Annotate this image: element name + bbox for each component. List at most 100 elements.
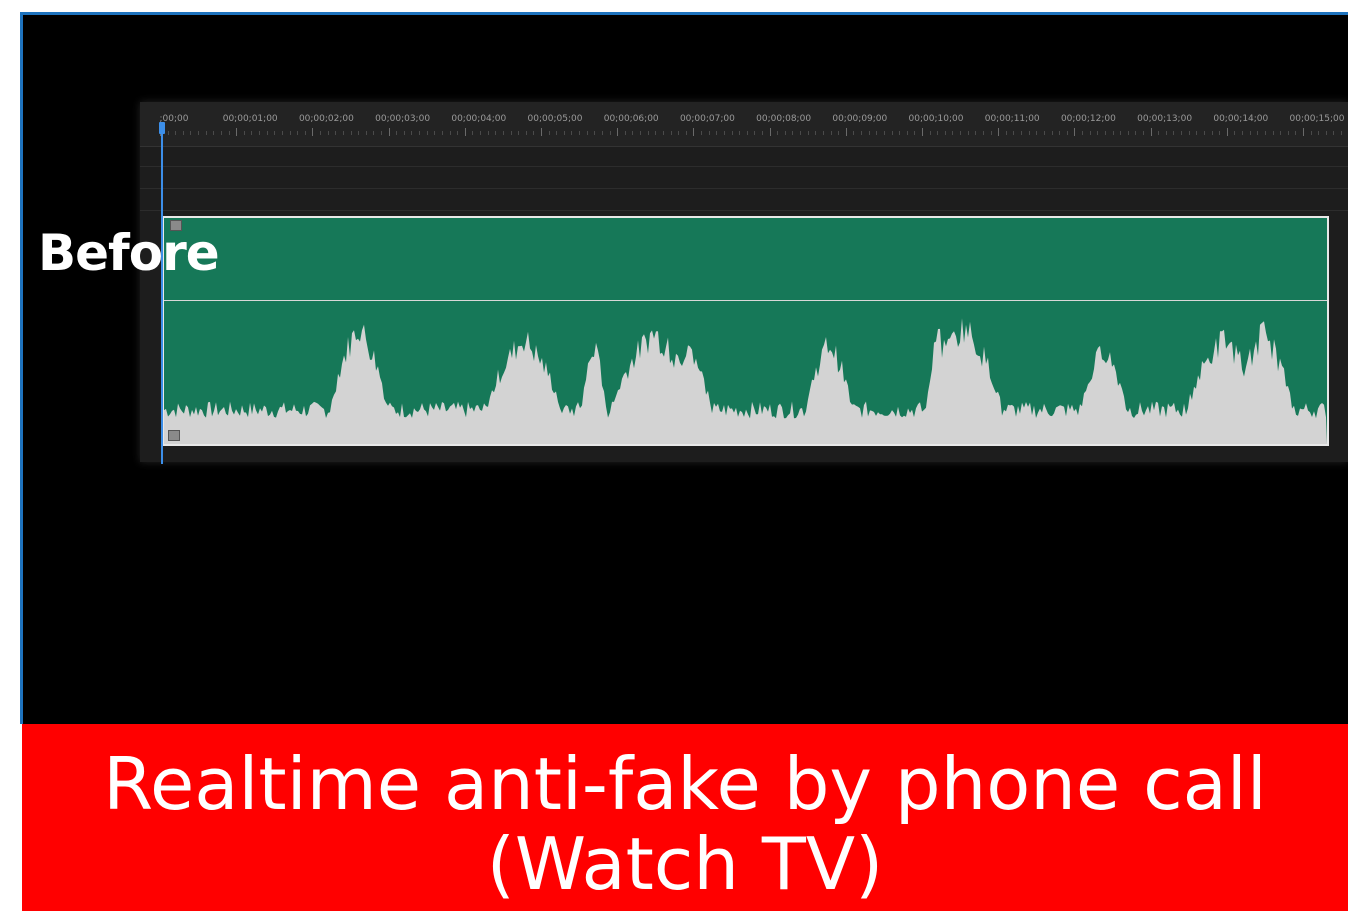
ruler-minor-tick [1104,131,1106,135]
ruler-minor-tick [472,131,474,135]
ruler-minor-tick [457,131,459,135]
ruler-minor-tick [731,131,733,135]
ruler-minor-tick [1287,131,1289,135]
ruler-minor-tick [1196,131,1198,135]
ruler-minor-tick [266,131,268,135]
ruler-minor-tick [632,131,634,135]
ruler-minor-tick [868,131,870,135]
ruler-minor-tick [708,131,710,135]
ruler-major-tick [998,128,1000,136]
playhead-handle[interactable] [159,122,165,134]
ruler-minor-tick [403,131,405,135]
clip-volume-line[interactable] [164,300,1327,301]
ruler-minor-tick [1318,131,1320,135]
ruler-minor-tick [342,131,344,135]
empty-track-row [140,146,1348,167]
ruler-minor-tick [1036,131,1038,135]
ruler-minor-tick [380,131,382,135]
before-label: Before [38,224,220,282]
audio-waveform [164,318,1327,444]
ruler-minor-tick [678,131,680,135]
caption-line-2: (Watch TV) [486,822,884,906]
ruler-tick-label: 00;00;13;00 [1137,114,1193,124]
ruler-minor-tick [198,131,200,135]
ruler-tick-label: 00;00;11;00 [984,114,1040,124]
ruler-minor-tick [243,131,245,135]
ruler-minor-tick [426,131,428,135]
clip-link-badge [168,430,180,441]
ruler-minor-tick [1272,131,1274,135]
ruler-minor-tick [586,131,588,135]
ruler-minor-tick [967,131,969,135]
ruler-tick-label: 00;00;12;00 [1060,114,1116,124]
ruler-minor-tick [1333,131,1335,135]
ruler-major-tick [769,128,771,136]
ruler-minor-tick [449,131,451,135]
ruler-minor-tick [495,131,497,135]
ruler-minor-tick [1242,131,1244,135]
ruler-tick-label: 00;00;01;00 [222,114,278,124]
ruler-minor-tick [396,131,398,135]
screenshot-frame: ;00;00 00;00;01;00 00;00;02;00 00;00;03;00 0… [0,0,1348,911]
ruler-minor-tick [754,131,756,135]
ruler-tick-label: 00;00;15;00 [1289,114,1345,124]
ruler-minor-tick [784,131,786,135]
ruler-major-tick [922,128,923,136]
ruler-minor-tick [358,131,360,135]
ruler-minor-tick [990,131,992,135]
ruler-minor-tick [487,131,489,135]
timeline-panel: ;00;00 00;00;01;00 00;00;02;00 00;00;03;00 0… [140,102,1348,464]
ruler-major-tick [236,128,238,136]
ruler-minor-tick [167,131,169,135]
ruler-minor-tick [594,131,596,135]
playhead-line[interactable] [161,122,163,464]
ruler-minor-tick [800,131,802,135]
ruler-minor-tick [944,131,946,135]
ruler-major-tick [617,128,619,136]
ruler-minor-tick [182,131,184,135]
ruler-minor-tick [1325,131,1327,135]
ruler-minor-tick [190,131,192,135]
ruler-minor-tick [861,131,863,135]
ruler-major-tick [312,128,314,136]
ruler-minor-tick [723,131,725,135]
ruler-major-tick [388,128,390,136]
ruler-minor-tick [838,131,840,135]
ruler-minor-tick [251,131,253,135]
ruler-minor-tick [952,131,954,135]
ruler-minor-tick [1005,131,1007,135]
ruler-minor-tick [175,131,177,135]
ruler-minor-tick [563,131,565,135]
ruler-minor-tick [1097,131,1099,135]
ruler-minor-tick [1165,131,1167,135]
ruler-minor-tick [441,131,443,135]
ruler-minor-tick [327,131,329,135]
ruler-minor-tick [640,131,642,135]
ruler-tick-label: 00;00;04;00 [451,114,507,124]
ruler-minor-tick [518,131,520,135]
ruler-minor-tick [777,131,779,135]
empty-track-row [140,190,1348,211]
ruler-minor-tick [982,131,984,135]
caption-banner: Realtime anti-fake by phone call (Watch … [22,724,1348,911]
ruler-minor-tick [205,131,207,135]
ruler-tick-label: 00;00;05;00 [527,114,583,124]
ruler-minor-tick [510,131,512,135]
ruler-minor-tick [571,131,573,135]
ruler-minor-tick [1028,131,1030,135]
ruler-minor-tick [350,131,352,135]
ruler-minor-tick [274,131,276,135]
audio-clip[interactable] [162,216,1329,446]
ruler-minor-tick [1021,131,1023,135]
ruler-minor-tick [662,131,664,135]
ruler-minor-tick [228,131,230,135]
waveform-shape [164,318,1327,444]
ruler-minor-tick [853,131,855,135]
time-ruler[interactable]: ;00;00 00;00;01;00 00;00;02;00 00;00;03;00 0… [140,102,1348,147]
ruler-minor-tick [670,131,672,135]
ruler-minor-tick [525,131,527,135]
ruler-major-tick [1074,128,1076,136]
ruler-minor-tick [899,131,901,135]
ruler-minor-tick [289,131,291,135]
ruler-minor-tick [807,131,809,135]
